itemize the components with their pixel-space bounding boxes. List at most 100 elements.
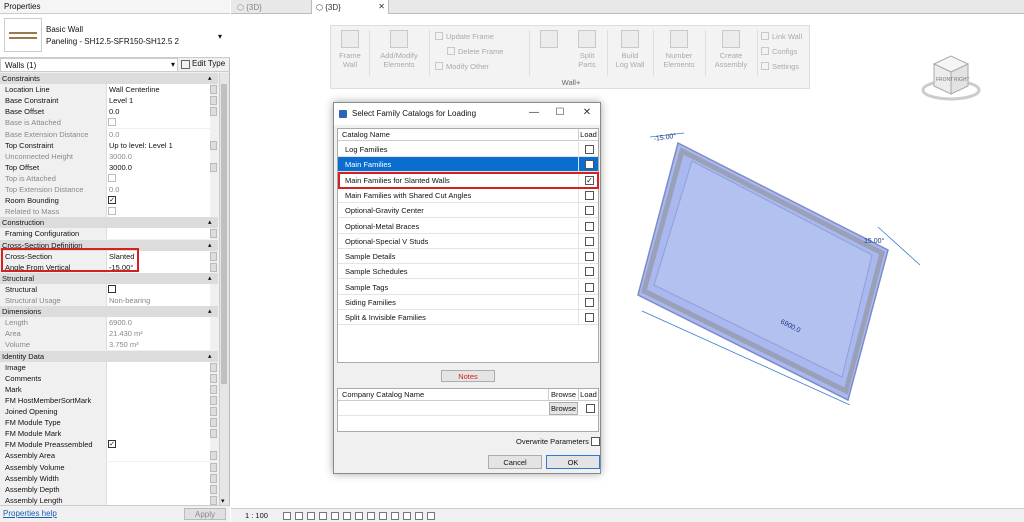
- add-modify-elements-button[interactable]: Add/Modify Elements: [373, 30, 425, 69]
- property-value[interactable]: [106, 228, 210, 240]
- param-button[interactable]: [210, 384, 217, 394]
- highlight-displacement-icon[interactable]: [415, 512, 423, 520]
- section-header[interactable]: Structural ▴: [0, 272, 218, 284]
- crop-view-icon[interactable]: [355, 512, 363, 520]
- property-row[interactable]: Top Constraint Up to level: Level 1: [0, 139, 218, 151]
- scrollbar-thumb[interactable]: [221, 84, 227, 384]
- property-row[interactable]: FM HostMemberSortMark: [0, 394, 218, 406]
- property-value[interactable]: ✓: [106, 195, 210, 207]
- cancel-button[interactable]: Cancel: [488, 455, 542, 469]
- param-button[interactable]: [210, 429, 217, 439]
- property-row[interactable]: Base Offset 0.0: [0, 106, 218, 118]
- section-header[interactable]: Dimensions ▴: [0, 306, 218, 318]
- param-button[interactable]: [210, 451, 217, 461]
- param-button[interactable]: [210, 107, 217, 117]
- property-value[interactable]: Up to level: Level 1: [106, 139, 210, 151]
- property-row[interactable]: Joined Opening: [0, 406, 218, 417]
- param-button[interactable]: [210, 362, 217, 372]
- frame-wall-button[interactable]: Frame Wall: [335, 30, 365, 69]
- property-row[interactable]: FM Module Preassembled ✓: [0, 439, 218, 451]
- collapse-icon[interactable]: ▴: [208, 306, 212, 317]
- property-value[interactable]: [106, 383, 210, 395]
- catalog-row[interactable]: Siding Families: [338, 295, 598, 310]
- property-value[interactable]: [106, 428, 210, 440]
- company-catalog-row[interactable]: Browse: [338, 401, 598, 416]
- detail-level-icon[interactable]: [283, 512, 291, 520]
- load-checkbox[interactable]: [585, 190, 594, 200]
- property-value[interactable]: [106, 472, 210, 484]
- create-assembly-button[interactable]: Create Assembly: [709, 30, 753, 69]
- apply-button[interactable]: Apply: [184, 508, 226, 520]
- property-row[interactable]: Top Offset 3000.0: [0, 161, 218, 173]
- property-checkbox[interactable]: ✓: [108, 196, 116, 205]
- param-button[interactable]: [210, 473, 217, 483]
- notes-button[interactable]: Notes: [441, 370, 495, 382]
- build-log-wall-button[interactable]: Build Log Wall: [611, 30, 649, 69]
- view-scale[interactable]: 1 : 100: [245, 511, 268, 520]
- property-row[interactable]: Framing Configuration: [0, 228, 218, 240]
- show-crop-icon[interactable]: [367, 512, 375, 520]
- catalog-row[interactable]: Log Families: [338, 142, 598, 157]
- param-button[interactable]: [210, 395, 217, 405]
- reveal-hidden-icon[interactable]: [391, 512, 399, 520]
- load-checkbox[interactable]: [585, 236, 594, 246]
- type-selector[interactable]: Basic Wall Paneling - SH12.5-SFR150-SH12…: [0, 14, 230, 58]
- view-cube[interactable]: FRONT RIGHT: [920, 52, 982, 104]
- property-row[interactable]: FM Module Mark: [0, 428, 218, 440]
- property-value[interactable]: [106, 483, 210, 495]
- sun-path-icon[interactable]: [307, 512, 315, 520]
- chevron-down-icon[interactable]: ▾: [218, 32, 222, 41]
- modify-other-button[interactable]: Modify Other: [435, 62, 489, 71]
- load-checkbox[interactable]: [585, 206, 594, 216]
- property-row[interactable]: Assembly Depth: [0, 483, 218, 495]
- load-checkbox[interactable]: [585, 160, 594, 170]
- edit-type-button[interactable]: Edit Type: [180, 59, 228, 71]
- property-value[interactable]: 0.0: [106, 106, 210, 118]
- property-row[interactable]: Base Constraint Level 1: [0, 95, 218, 107]
- load-checkbox[interactable]: [585, 282, 594, 292]
- section-header[interactable]: Constraints ▴: [0, 73, 218, 84]
- property-value[interactable]: ✓: [106, 439, 210, 451]
- param-button[interactable]: [210, 418, 217, 428]
- property-row[interactable]: Comments: [0, 372, 218, 384]
- param-button[interactable]: [210, 462, 217, 472]
- tab-3d-inactive[interactable]: ⬡ {3D}: [233, 0, 311, 14]
- collapse-icon[interactable]: ▴: [208, 217, 212, 228]
- load-checkbox[interactable]: [585, 145, 594, 154]
- param-button[interactable]: [210, 85, 217, 95]
- load-checkbox[interactable]: [585, 267, 594, 277]
- scroll-down-icon[interactable]: ▾: [221, 497, 225, 505]
- property-row[interactable]: Assembly Volume: [0, 461, 218, 473]
- property-value[interactable]: Level 1: [106, 95, 210, 107]
- section-header[interactable]: Construction ▴: [0, 217, 218, 229]
- property-value[interactable]: Wall Centerline: [106, 84, 210, 96]
- instance-filter-dropdown[interactable]: Walls (1) ▾: [0, 58, 178, 72]
- property-value[interactable]: [106, 461, 210, 473]
- section-header[interactable]: Identity Data ▴: [0, 350, 218, 362]
- maximize-icon[interactable]: ☐: [547, 103, 573, 125]
- configs-button[interactable]: Configs: [761, 47, 797, 56]
- load-checkbox[interactable]: [585, 221, 594, 231]
- collapse-icon[interactable]: ▴: [208, 351, 212, 362]
- collapse-icon[interactable]: ▴: [208, 240, 212, 251]
- load-checkbox[interactable]: [585, 252, 594, 262]
- browse-button[interactable]: Browse: [549, 402, 578, 415]
- property-checkbox[interactable]: [108, 284, 116, 293]
- property-row[interactable]: Image: [0, 361, 218, 373]
- property-checkbox[interactable]: ✓: [108, 440, 116, 449]
- catalog-row[interactable]: Main Families with Shared Cut Angles: [338, 187, 598, 203]
- param-button[interactable]: [210, 495, 217, 505]
- properties-help-link[interactable]: Properties help: [3, 509, 57, 518]
- load-checkbox[interactable]: [585, 298, 594, 307]
- load-checkbox[interactable]: [585, 313, 594, 323]
- property-value[interactable]: [106, 417, 210, 429]
- update-frame-button[interactable]: Update Frame: [435, 32, 494, 41]
- property-row[interactable]: Assembly Width: [0, 472, 218, 484]
- catalog-row[interactable]: Optional-Gravity Center: [338, 203, 598, 219]
- catalog-row[interactable]: Sample Tags: [338, 279, 598, 295]
- param-button[interactable]: [210, 96, 217, 106]
- property-value[interactable]: [106, 450, 210, 462]
- collapse-icon[interactable]: ▴: [208, 273, 212, 284]
- overwrite-parameters-checkbox[interactable]: [591, 437, 600, 446]
- shadows-icon[interactable]: [319, 512, 327, 520]
